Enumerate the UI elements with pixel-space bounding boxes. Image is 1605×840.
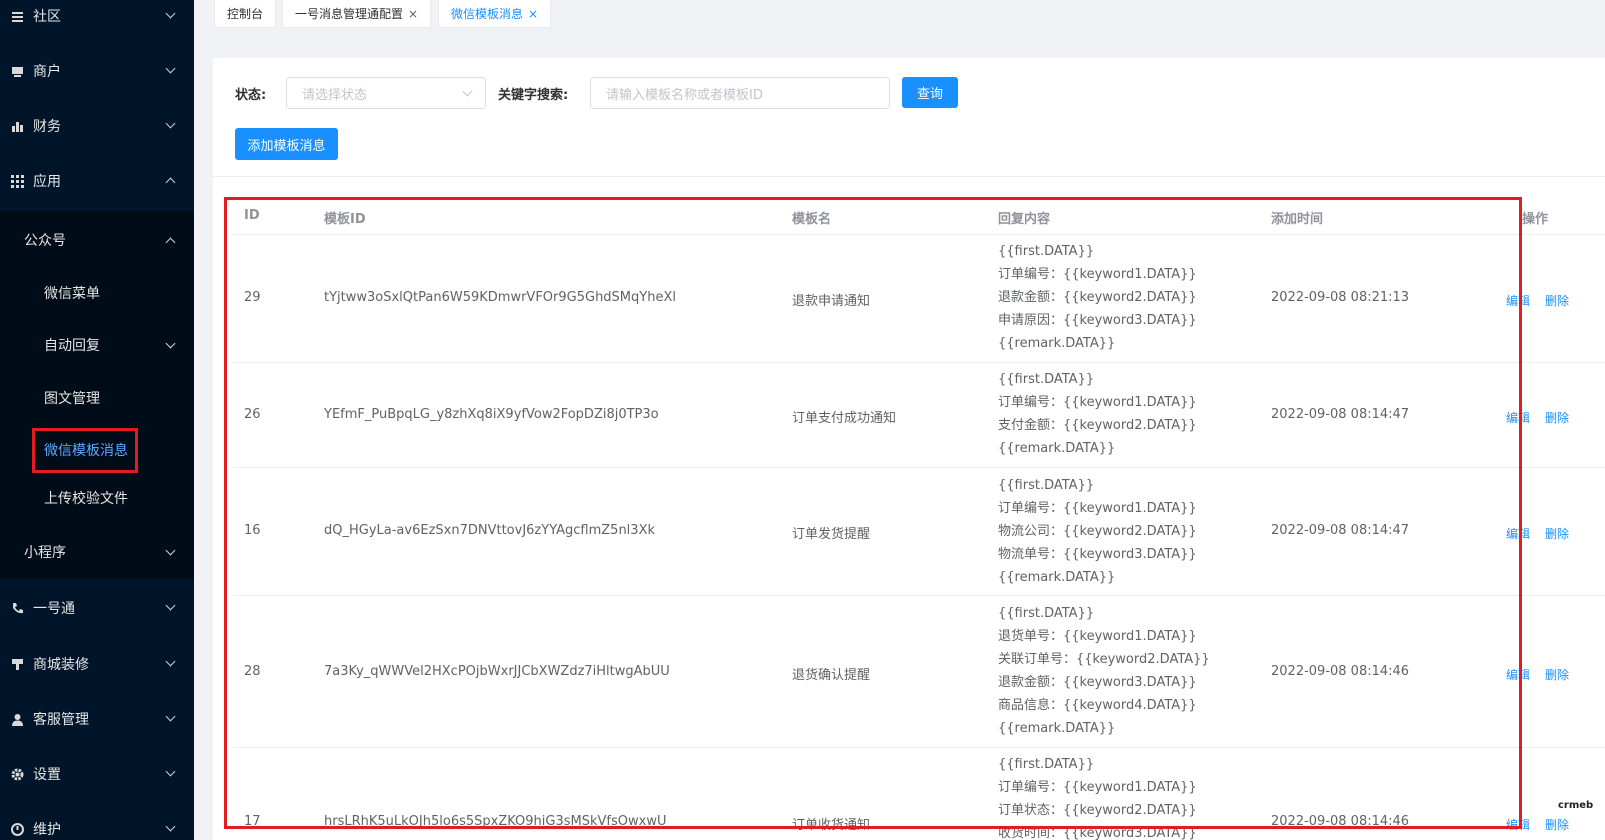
tab-label: 微信模板消息	[451, 7, 524, 21]
status-select[interactable]: 请选择状态	[286, 77, 486, 109]
sidebar-item-label: 维护	[33, 822, 61, 838]
sidebar-item-label: 财务	[33, 119, 61, 135]
keyword-label: 关键字搜索:	[498, 88, 569, 103]
delete-link[interactable]: 删除	[1545, 409, 1569, 426]
submenu-item-articles[interactable]: 图文管理	[0, 373, 194, 423]
sidebar-item-label: 设置	[33, 767, 61, 783]
chevron-down-icon	[165, 545, 176, 556]
submenu-group-label: 公众号	[24, 233, 66, 249]
sidebar-item-label: 商户	[33, 64, 61, 80]
sidebar-item-community[interactable]: 社区	[0, 0, 194, 44]
community-icon	[10, 9, 24, 23]
phone-icon	[10, 601, 24, 615]
tab-message-config[interactable]: 一号消息管理通配置 ×	[282, 0, 432, 28]
tab-template-message[interactable]: 微信模板消息 ×	[438, 0, 552, 28]
maintenance-icon	[10, 822, 24, 836]
highlight-box-table	[224, 197, 1522, 829]
delete-link[interactable]: 删除	[1545, 666, 1569, 683]
chevron-down-icon	[165, 338, 176, 349]
chevron-down-icon	[165, 711, 176, 722]
sidebar-item-customer-service[interactable]: 客服管理	[0, 691, 194, 747]
tab-label: 控制台	[227, 7, 264, 21]
submenu-item-upload-verify-file[interactable]: 上传校验文件	[0, 473, 194, 523]
chevron-down-icon	[165, 766, 176, 777]
sidebar-item-yihaotong[interactable]: 一号通	[0, 580, 194, 636]
chevron-up-icon	[165, 177, 176, 188]
sidebar-item-label: 社区	[33, 9, 61, 25]
chevron-down-icon	[165, 656, 176, 667]
delete-link[interactable]: 删除	[1545, 292, 1569, 309]
submenu-item-wechat-menu[interactable]: 微信菜单	[0, 268, 194, 318]
delete-link[interactable]: 删除	[1545, 525, 1569, 542]
bar-chart-icon	[10, 119, 24, 133]
sidebar-item-label: 客服管理	[33, 712, 89, 728]
submenu-group-official-account[interactable]: 公众号	[0, 215, 194, 265]
tabs-bar: 控制台 一号消息管理通配置 × 微信模板消息 ×	[194, 0, 1605, 38]
sidebar-item-maintenance[interactable]: 维护	[0, 801, 194, 840]
chevron-down-icon	[165, 821, 176, 832]
submenu-item-auto-reply[interactable]: 自动回复	[0, 320, 194, 370]
submenu-group-mini-program[interactable]: 小程序	[0, 527, 194, 577]
chevron-down-icon	[165, 63, 176, 74]
tab-dashboard[interactable]: 控制台	[214, 0, 277, 28]
add-template-button[interactable]: 添加模板消息	[235, 128, 338, 160]
divider	[213, 176, 1605, 177]
chevron-down-icon	[462, 86, 473, 97]
chevron-up-icon	[165, 237, 176, 248]
keyword-search-input[interactable]: 请输入模板名称或者模板ID	[590, 77, 890, 109]
submenu-item-label: 上传校验文件	[44, 491, 128, 507]
sidebar-item-merchant[interactable]: 商户	[0, 43, 194, 99]
grid-icon	[10, 174, 24, 188]
sidebar-item-finance[interactable]: 财务	[0, 98, 194, 154]
query-button[interactable]: 查询	[902, 77, 958, 108]
sidebar-item-settings[interactable]: 设置	[0, 746, 194, 802]
gear-icon	[10, 767, 24, 781]
watermark: crmeb	[1558, 800, 1594, 811]
chevron-down-icon	[165, 8, 176, 19]
sidebar-item-mall-decoration[interactable]: 商城装修	[0, 636, 194, 692]
sidebar-item-label: 商城装修	[33, 657, 89, 673]
tab-label: 一号消息管理通配置	[295, 7, 404, 21]
keyword-placeholder: 请输入模板名称或者模板ID	[606, 87, 763, 103]
column-header-actions: 操作	[1522, 212, 1549, 227]
submenu-item-label: 微信菜单	[44, 286, 100, 302]
submenu-item-label: 图文管理	[44, 391, 100, 407]
delete-link[interactable]: 删除	[1545, 816, 1569, 833]
status-label: 状态:	[235, 88, 267, 103]
highlight-box-sidebar	[32, 428, 138, 473]
chevron-down-icon	[165, 600, 176, 611]
submenu-group-label: 小程序	[24, 545, 66, 561]
brush-icon	[10, 657, 24, 671]
close-icon[interactable]: ×	[408, 7, 418, 21]
sidebar-item-label: 应用	[33, 174, 61, 190]
sidebar-item-apps[interactable]: 应用	[0, 153, 194, 209]
store-icon	[10, 64, 24, 78]
sidebar: 社区 商户 财务 应用 公众号 微信菜单 自动回复 图文管理 微信模板消息 上传…	[0, 0, 194, 840]
chevron-down-icon	[165, 118, 176, 129]
user-icon	[10, 712, 24, 726]
sidebar-item-label: 一号通	[33, 601, 75, 617]
status-placeholder: 请选择状态	[302, 87, 368, 103]
close-icon[interactable]: ×	[528, 7, 538, 21]
submenu-item-label: 自动回复	[44, 338, 100, 354]
